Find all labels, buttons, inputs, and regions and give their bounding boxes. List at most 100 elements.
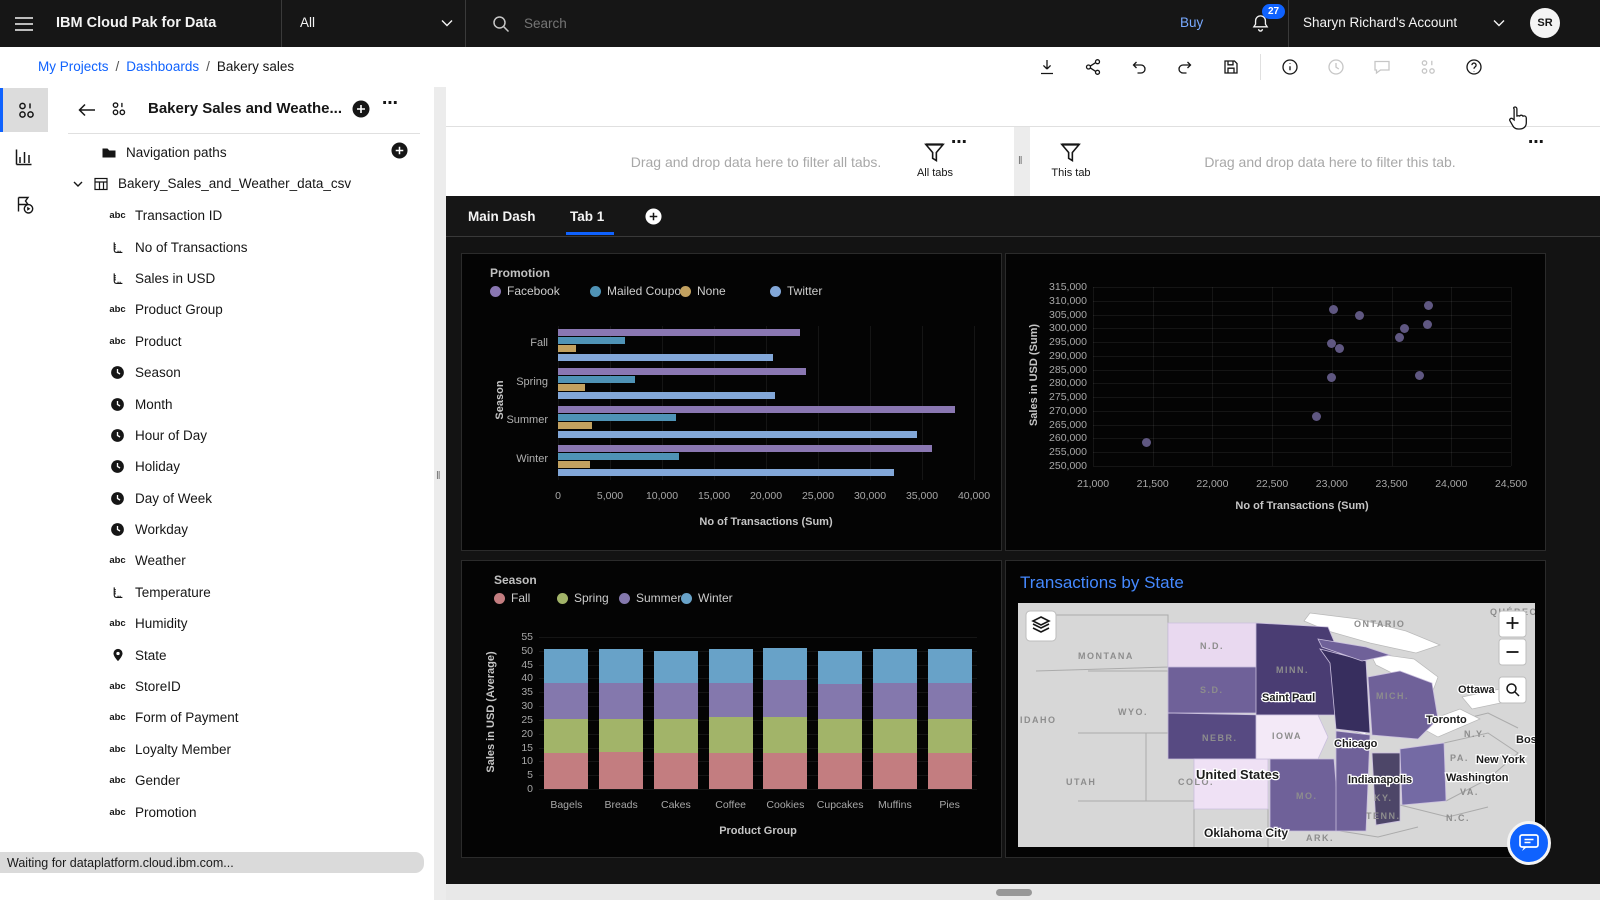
scatter-point[interactable] bbox=[1312, 412, 1321, 421]
stack-pies-spring[interactable] bbox=[928, 719, 972, 754]
stack-coffee-fall[interactable] bbox=[709, 753, 753, 789]
bar-fall-none[interactable] bbox=[558, 345, 576, 352]
bar-summer-twitter[interactable] bbox=[558, 431, 917, 438]
legend-item-spring[interactable]: Spring bbox=[557, 591, 609, 605]
chart-promotion-by-season[interactable]: PromotionFacebookMailed CouponNoneTwitte… bbox=[461, 253, 1002, 551]
field-item-no-of-transactions[interactable]: No of Transactions bbox=[48, 231, 434, 262]
add-source-button[interactable] bbox=[351, 99, 371, 119]
stack-breads-spring[interactable] bbox=[599, 719, 643, 752]
chart-sales-vs-transactions[interactable]: 21,00021,50022,00022,50023,00023,50024,0… bbox=[1005, 253, 1546, 551]
bar-fall-facebook[interactable] bbox=[558, 329, 800, 336]
stack-bagels-fall[interactable] bbox=[544, 753, 588, 789]
breadcrumb-my-projects[interactable]: My Projects bbox=[38, 59, 109, 74]
field-item-loyalty-member[interactable]: abcLoyalty Member bbox=[48, 734, 434, 765]
this-tab-overflow-button[interactable]: ⋯ bbox=[1528, 132, 1546, 152]
field-item-humidity[interactable]: abcHumidity bbox=[48, 608, 434, 639]
rail-media-button[interactable] bbox=[0, 182, 48, 226]
field-item-promotion[interactable]: abcPromotion bbox=[48, 796, 434, 827]
scatter-point[interactable] bbox=[1142, 438, 1151, 447]
all-tabs-overflow-button[interactable]: ⋯ bbox=[951, 132, 969, 152]
choropleth-map[interactable]: MONTANAN.D.MINN.S.D.WYO.NEBR.IOWAUTAHCOL… bbox=[1018, 603, 1535, 847]
back-button[interactable] bbox=[72, 95, 102, 125]
avatar[interactable]: SR bbox=[1530, 8, 1560, 38]
state-mi[interactable] bbox=[1368, 671, 1438, 739]
resize-handle[interactable]: ‖ bbox=[1018, 155, 1024, 167]
stack-cookies-spring[interactable] bbox=[763, 717, 807, 753]
help-button[interactable] bbox=[1451, 47, 1497, 87]
bar-spring-facebook[interactable] bbox=[558, 368, 806, 375]
rail-sources-button[interactable] bbox=[0, 88, 48, 132]
field-item-sales-in-usd[interactable]: Sales in USD bbox=[48, 263, 434, 294]
stack-cakes-fall[interactable] bbox=[654, 753, 698, 789]
scope-dropdown[interactable]: All bbox=[281, 0, 465, 47]
bar-fall-twitter[interactable] bbox=[558, 354, 773, 361]
table-item[interactable]: Bakery_Sales_and_Weather_data_csv bbox=[48, 168, 434, 199]
layers-button[interactable] bbox=[1026, 611, 1056, 641]
filter-resize-gutter[interactable]: ‖ bbox=[1014, 127, 1030, 196]
bar-summer-mailed-coupon[interactable] bbox=[558, 414, 676, 421]
chat-fab-button[interactable] bbox=[1507, 821, 1551, 865]
stack-breads-fall[interactable] bbox=[599, 752, 643, 789]
scatter-point[interactable] bbox=[1395, 333, 1404, 342]
stack-bagels-spring[interactable] bbox=[544, 719, 588, 754]
legend-item-summer[interactable]: Summer bbox=[619, 591, 681, 605]
field-item-workday[interactable]: Workday bbox=[48, 514, 434, 545]
stack-cookies-fall[interactable] bbox=[763, 753, 807, 789]
map-search-button[interactable] bbox=[1499, 677, 1526, 703]
field-item-state[interactable]: State bbox=[48, 639, 434, 670]
scatter-point[interactable] bbox=[1415, 371, 1424, 380]
panel-overflow-button[interactable]: ⋯ bbox=[382, 93, 400, 113]
legend-item-mailed-coupon[interactable]: Mailed Coupon bbox=[590, 284, 688, 298]
bar-spring-none[interactable] bbox=[558, 384, 585, 391]
field-item-product-group[interactable]: abcProduct Group bbox=[48, 294, 434, 325]
field-item-weather[interactable]: abcWeather bbox=[48, 545, 434, 576]
stack-coffee-summer[interactable] bbox=[709, 683, 753, 718]
stack-bagels-winter[interactable] bbox=[544, 649, 588, 682]
horizontal-scrollbar[interactable] bbox=[446, 884, 1600, 900]
breadcrumb-dashboards[interactable]: Dashboards bbox=[126, 59, 199, 74]
field-item-month[interactable]: Month bbox=[48, 388, 434, 419]
stack-cupcakes-fall[interactable] bbox=[818, 753, 862, 789]
bar-spring-mailed-coupon[interactable] bbox=[558, 376, 635, 383]
bar-winter-none[interactable] bbox=[558, 461, 590, 468]
bar-summer-none[interactable] bbox=[558, 422, 592, 429]
field-item-temperature[interactable]: Temperature bbox=[48, 577, 434, 608]
legend-item-facebook[interactable]: Facebook bbox=[490, 284, 560, 298]
redo-button[interactable] bbox=[1162, 47, 1208, 87]
share-button[interactable] bbox=[1070, 47, 1116, 87]
stack-cakes-summer[interactable] bbox=[654, 683, 698, 719]
stack-pies-winter[interactable] bbox=[928, 649, 972, 682]
stack-cupcakes-spring[interactable] bbox=[818, 719, 862, 754]
bar-winter-mailed-coupon[interactable] bbox=[558, 453, 679, 460]
rail-visualizations-button[interactable] bbox=[0, 135, 48, 179]
field-item-product[interactable]: abcProduct bbox=[48, 326, 434, 357]
stack-muffins-fall[interactable] bbox=[873, 753, 917, 789]
search-input[interactable] bbox=[522, 15, 926, 32]
field-item-gender[interactable]: abcGender bbox=[48, 765, 434, 796]
zoom-in-button[interactable] bbox=[1499, 611, 1526, 637]
field-item-hour-of-day[interactable]: Hour of Day bbox=[48, 420, 434, 451]
bar-spring-twitter[interactable] bbox=[558, 392, 775, 399]
map-viewport[interactable]: MONTANAN.D.MINN.S.D.WYO.NEBR.IOWAUTAHCOL… bbox=[1018, 603, 1535, 847]
stack-cookies-summer[interactable] bbox=[763, 680, 807, 717]
map-transactions-by-state[interactable]: Transactions by State MONTANAN.D.MINN.S.… bbox=[1005, 560, 1546, 858]
undo-button[interactable] bbox=[1116, 47, 1162, 87]
field-item-transaction-id[interactable]: abcTransaction ID bbox=[48, 200, 434, 231]
stack-cakes-winter[interactable] bbox=[654, 651, 698, 683]
this-tab-filter-bar[interactable]: This tab Drag and drop data here to filt… bbox=[1030, 127, 1600, 196]
scatter-point[interactable] bbox=[1327, 373, 1336, 382]
bar-summer-facebook[interactable] bbox=[558, 406, 955, 413]
panel-resize-gutter[interactable]: ‖ bbox=[434, 87, 446, 900]
bar-fall-mailed-coupon[interactable] bbox=[558, 337, 625, 344]
save-button[interactable] bbox=[1208, 47, 1254, 87]
stack-coffee-winter[interactable] bbox=[709, 649, 753, 682]
bar-winter-twitter[interactable] bbox=[558, 469, 894, 476]
zoom-out-button[interactable] bbox=[1499, 639, 1526, 665]
stack-muffins-spring[interactable] bbox=[873, 719, 917, 754]
info-button[interactable] bbox=[1267, 47, 1313, 87]
resize-handle[interactable]: ‖ bbox=[436, 470, 442, 482]
stack-breads-summer[interactable] bbox=[599, 683, 643, 719]
scrollbar-thumb[interactable] bbox=[996, 889, 1032, 896]
scatter-point[interactable] bbox=[1355, 311, 1364, 320]
all-tabs-filter-bar[interactable]: All tabs Drag and drop data here to filt… bbox=[446, 127, 1014, 196]
